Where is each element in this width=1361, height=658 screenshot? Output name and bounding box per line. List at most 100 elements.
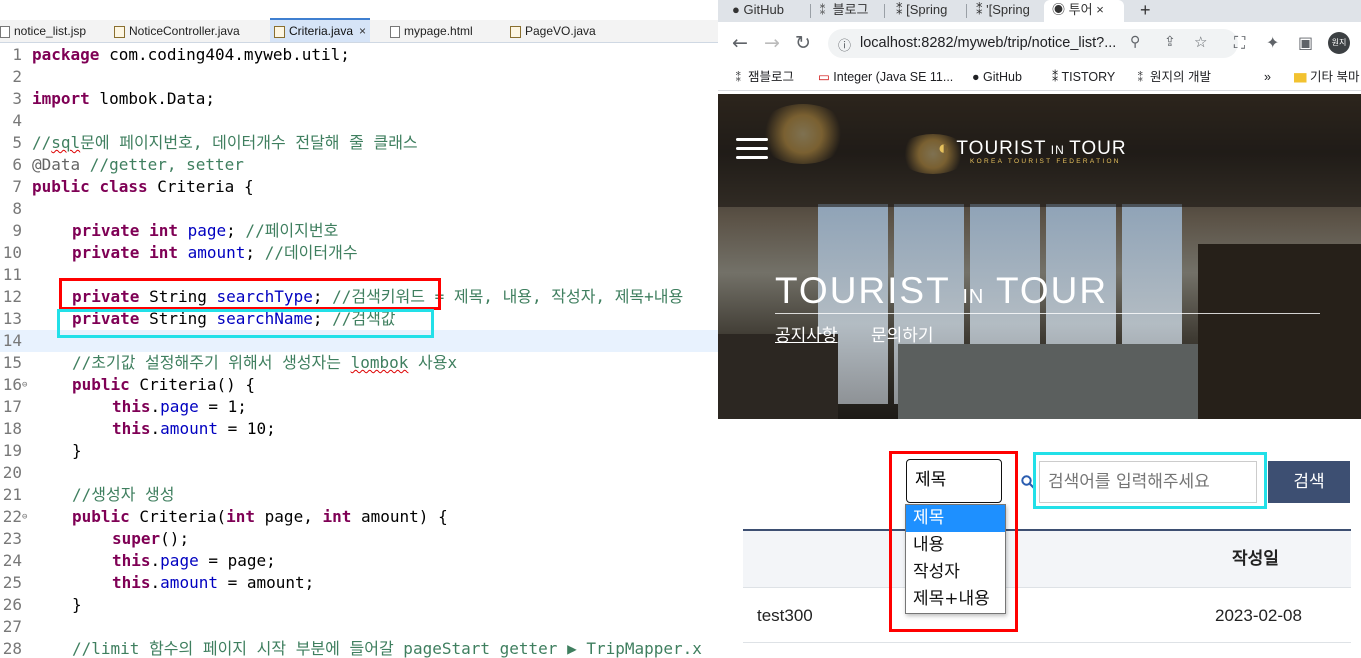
editor-tab-mypage-html[interactable]: mypage.html xyxy=(390,20,473,42)
hero-title: TOURIST IN TOUR xyxy=(775,270,1109,311)
blog-icon: ⁑ xyxy=(1052,70,1059,84)
bookmarks-bar: ⁑ 잼블로그 ▭ Integer (Java SE 11... ● GitHub… xyxy=(718,64,1361,91)
bookmarks-more-button[interactable]: » xyxy=(1264,67,1271,87)
code-line: 15//초기값 설정해주기 위해서 생성자는 lombok 사용x xyxy=(2,353,458,372)
option-content[interactable]: 내용 xyxy=(906,532,1005,559)
close-icon[interactable]: × xyxy=(1096,2,1104,17)
bookmark-item[interactable]: ⁑ 잼블로그 xyxy=(732,67,794,87)
blog-icon: ⁑ xyxy=(1134,70,1147,84)
code-line: 20 xyxy=(2,463,22,482)
browser-tab-github[interactable]: ● GitHub xyxy=(732,0,816,22)
menu-notice[interactable]: 공지사항 xyxy=(775,321,838,346)
search-input[interactable] xyxy=(1039,461,1257,503)
code-line: 28//limit 함수의 페이지 시작 부분에 들어갈 pageStart g… xyxy=(2,639,702,658)
menu-inquiry[interactable]: 문의하기 xyxy=(871,321,934,346)
hero-banner: ◐ TOURIST IN TOUR KOREA TOURIST FEDERATI… xyxy=(718,94,1361,419)
browser-tab-spring-1[interactable]: ⁑ [Spring xyxy=(896,0,966,22)
table-row[interactable]: test300 2023-02-08 xyxy=(743,586,1351,643)
zoom-icon[interactable]: ⚲ xyxy=(1130,34,1140,50)
folder-icon: ▆ xyxy=(1294,70,1307,84)
code-line: 22 ⊖ public Criteria(int page, int amount)… xyxy=(2,506,448,528)
blog-icon: ⁑ xyxy=(896,2,903,17)
fold-icon[interactable]: ⊖ xyxy=(22,374,27,396)
editor-tab-pagevo[interactable]: PageVO.java xyxy=(510,20,596,42)
browser-tab-blog[interactable]: ⁑ 블로그 xyxy=(816,0,882,22)
code-line: 6 @Data //getter, setter xyxy=(12,155,244,174)
code-line: 16 ⊖ public Criteria() { xyxy=(2,374,256,396)
browser-window: ● GitHub ⁑ 블로그 ⁑ [Spring ⁑ '[Spring ◉ 투어… xyxy=(718,0,1361,658)
code-line: 24 this.page = page; xyxy=(2,551,276,570)
code-line: 7 public class Criteria { xyxy=(12,177,254,196)
search-type-dropdown[interactable]: 제목 내용 작성자 제목+내용 xyxy=(905,504,1006,614)
browser-toolbar: ← → ↻ ⓘ localhost:8282/myweb/trip/notice… xyxy=(718,22,1361,64)
site-logo[interactable]: ◐ TOURIST IN TOUR KOREA TOURIST FEDERATI… xyxy=(938,138,1127,165)
bookmark-item[interactable]: ⁑ TISTORY xyxy=(1052,67,1115,87)
share-icon[interactable]: ⇪ xyxy=(1164,34,1176,50)
option-title[interactable]: 제목 xyxy=(906,505,1005,532)
hamburger-menu-icon[interactable] xyxy=(736,138,768,160)
code-line: 25 this.amount = amount; xyxy=(2,573,315,592)
fold-icon[interactable]: ⊖ xyxy=(22,506,27,528)
code-area[interactable]: 1 package com.coding404.myweb.util; 2 3 im… xyxy=(0,44,718,658)
column-header-date: 작성일 xyxy=(1232,549,1279,569)
jsp-file-icon xyxy=(0,25,10,38)
code-line: 26} xyxy=(2,595,82,614)
search-icon xyxy=(1021,474,1035,489)
browser-tab-tour[interactable]: ◉ 투어 × xyxy=(1044,0,1124,22)
bookmark-item[interactable]: ● GitHub xyxy=(972,67,1022,87)
highlight-box-red xyxy=(59,278,441,310)
code-line: 9 private int page; //페이지번호 xyxy=(12,221,339,240)
editor-tab-notice-controller[interactable]: NoticeController.java xyxy=(114,20,240,42)
bookmark-star-icon[interactable]: ☆ xyxy=(1194,33,1207,51)
table-header: 작성일 xyxy=(743,529,1351,588)
reload-icon[interactable]: ↻ xyxy=(795,32,811,54)
sun-logo-icon: ◐ xyxy=(938,138,951,159)
java-file-icon xyxy=(510,25,521,38)
code-line: 17 this.page = 1; xyxy=(2,397,247,416)
screenshot-icon[interactable]: ⛶ xyxy=(1234,33,1245,53)
highlight-box-cyan xyxy=(57,309,434,338)
code-line: 2 xyxy=(12,67,22,86)
html-file-icon xyxy=(390,25,400,38)
option-writer[interactable]: 작성자 xyxy=(906,559,1005,586)
globe-icon: ◉ xyxy=(1052,2,1066,17)
code-line: 8 xyxy=(12,199,22,218)
github-icon: ● xyxy=(972,70,980,84)
oracle-icon: ▭ xyxy=(818,70,830,84)
search-type-select[interactable]: 제목 xyxy=(906,459,1002,503)
profile-avatar[interactable]: 원지 xyxy=(1328,32,1350,54)
bookmark-item[interactable]: ▭ Integer (Java SE 11... xyxy=(818,67,953,87)
other-bookmarks[interactable]: ▆ 기타 북마 xyxy=(1294,67,1359,87)
search-button[interactable]: 검색 xyxy=(1268,461,1350,503)
java-file-icon xyxy=(114,25,125,38)
cell-writer: test300 xyxy=(757,606,813,625)
hero-divider xyxy=(775,313,1320,314)
code-line: 27 xyxy=(2,617,22,636)
blog-icon: ⁑ xyxy=(732,70,745,84)
new-tab-button[interactable]: + xyxy=(1140,0,1151,22)
browser-tab-spring-2[interactable]: ⁑ '[Spring xyxy=(976,0,1040,22)
info-icon[interactable]: ⓘ xyxy=(838,35,851,54)
code-line: 5//sql문에 페이지번호, 데이터개수 전달해 줄 클래스 xyxy=(12,133,418,152)
code-line: 4 xyxy=(12,111,22,130)
notice-list-content: 제목 검색 작성일 test300 2023-02-08 제목 내용 작성자 제… xyxy=(718,419,1361,658)
editor-tab-bar: notice_list.jsp NoticeController.java Cr… xyxy=(0,18,718,43)
code-editor[interactable]: notice_list.jsp NoticeController.java Cr… xyxy=(0,0,718,658)
bookmark-item[interactable]: ⁑ 원지의 개발 xyxy=(1134,67,1211,87)
forward-icon[interactable]: → xyxy=(764,32,780,54)
extensions-icon[interactable]: ✦ xyxy=(1266,33,1279,53)
code-line: 1 package com.coding404.myweb.util; xyxy=(12,45,350,64)
code-line: 18 this.amount = 10; xyxy=(2,419,276,438)
browser-tab-strip: ● GitHub ⁑ 블로그 ⁑ [Spring ⁑ '[Spring ◉ 투어… xyxy=(718,0,1361,22)
close-icon[interactable]: × xyxy=(359,24,366,38)
side-panel-icon[interactable]: ▣ xyxy=(1298,33,1313,53)
editor-tab-notice-list-jsp[interactable]: notice_list.jsp xyxy=(0,20,86,42)
option-title-content[interactable]: 제목+내용 xyxy=(906,586,1005,613)
cell-date: 2023-02-08 xyxy=(1215,606,1302,625)
back-icon[interactable]: ← xyxy=(732,32,748,54)
code-line: 23 super(); xyxy=(2,529,190,548)
code-line: 19} xyxy=(2,441,82,460)
address-bar[interactable]: ⓘ localhost:8282/myweb/trip/notice_list?… xyxy=(828,29,1238,58)
code-line: 10 private int amount; //데이터개수 xyxy=(2,243,358,262)
editor-tab-criteria[interactable]: Criteria.java × xyxy=(270,18,371,42)
